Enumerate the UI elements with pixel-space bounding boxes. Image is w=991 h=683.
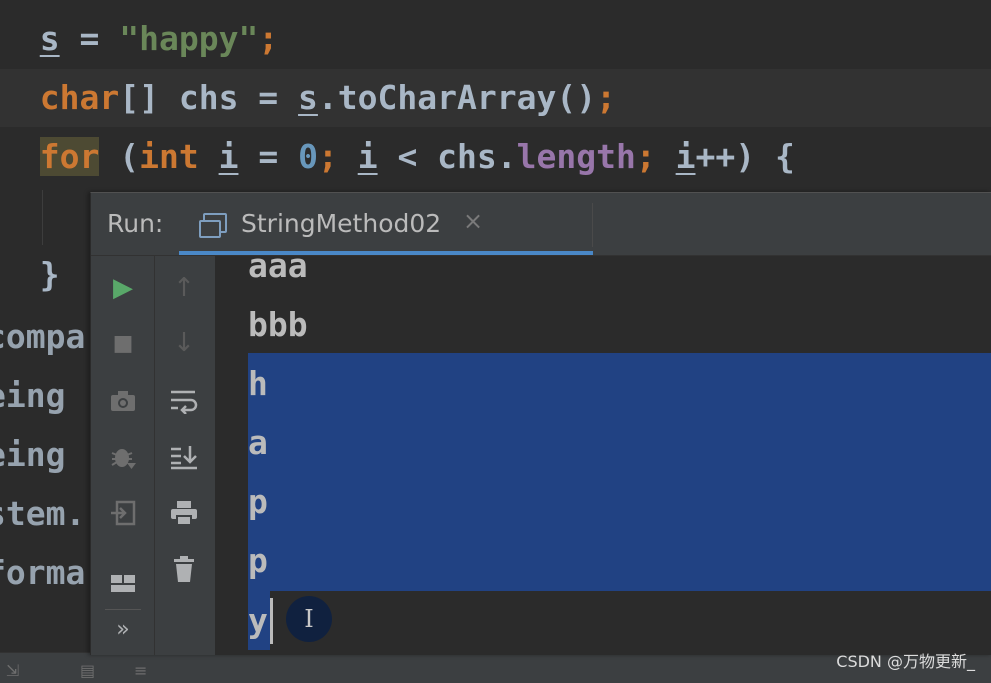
code-fragment: forma xyxy=(0,553,86,592)
var-i: i xyxy=(675,137,696,176)
print-icon[interactable] xyxy=(164,493,204,533)
run-toolbar: ▶ ■ » ↑ ↓ xyxy=(91,256,215,655)
text-selection xyxy=(248,353,991,591)
code-fragment: eing xyxy=(0,376,66,415)
console-line: p xyxy=(248,541,268,580)
run-tool-window: Run: StringMethod02 × ▶ ■ » ↑ ↓ aaa bbb … xyxy=(90,192,991,655)
arrow-up-icon[interactable]: ↑ xyxy=(164,268,204,308)
field-length: length xyxy=(516,137,636,176)
run-header: Run: StringMethod02 × xyxy=(91,193,991,256)
stop-button[interactable]: ■ xyxy=(103,323,143,363)
soft-wrap-svg xyxy=(171,390,198,414)
tab-string-method-02[interactable]: StringMethod02 × xyxy=(179,193,593,255)
more-actions-icon[interactable]: » xyxy=(103,609,143,649)
soft-wrap-icon[interactable] xyxy=(164,381,204,421)
close-icon[interactable]: × xyxy=(463,207,483,235)
layout-grid-icon[interactable] xyxy=(103,563,143,603)
paren-open: ( xyxy=(99,137,140,176)
op-assign: = xyxy=(238,137,299,176)
code-fragment: eing xyxy=(0,435,66,474)
type-rest: [] chs = xyxy=(119,78,299,117)
rerun-button[interactable]: ▶ xyxy=(103,268,143,308)
scroll-end-svg xyxy=(171,446,197,470)
var-s: s xyxy=(39,19,60,58)
restore-layout-icon[interactable] xyxy=(103,493,143,533)
scroll-to-end-icon[interactable] xyxy=(164,437,204,477)
console-line: bbb xyxy=(248,305,308,344)
method-call: .toCharArray() xyxy=(317,78,597,117)
semicolon: ; xyxy=(596,78,616,117)
print-svg xyxy=(171,501,197,526)
code-fragment: stem. xyxy=(0,494,86,533)
keyword-int: int xyxy=(139,137,199,176)
indent-guide xyxy=(42,190,43,245)
semicolon: ; xyxy=(258,19,279,58)
semicolon: ; xyxy=(317,137,338,176)
console-icon xyxy=(199,213,227,238)
op: = xyxy=(59,19,120,58)
var-i: i xyxy=(357,137,378,176)
var-s: s xyxy=(298,78,318,117)
console-line: a xyxy=(248,423,268,462)
trash-svg xyxy=(174,556,194,582)
camera-icon-svg xyxy=(111,391,135,411)
console-line: h xyxy=(248,364,268,403)
console-output[interactable]: aaa bbb h a p p y I xyxy=(215,256,991,655)
collapse-icon[interactable]: ⇲ xyxy=(6,661,19,680)
string-literal: "happy" xyxy=(119,19,259,58)
sort-icon[interactable]: ≡ xyxy=(134,661,147,680)
code-fragment: compa xyxy=(0,317,86,356)
tab-active-indicator xyxy=(179,251,593,255)
toolbar-divider xyxy=(154,256,155,655)
layout-grid-svg xyxy=(111,575,135,592)
tab-divider xyxy=(592,203,593,247)
trash-icon[interactable] xyxy=(164,549,204,589)
tab-title: StringMethod02 xyxy=(241,209,442,238)
ibeam-cursor-icon: I xyxy=(286,596,332,642)
camera-icon[interactable] xyxy=(103,381,143,421)
keyword-char: char xyxy=(39,78,120,117)
code-line-1[interactable]: s = "happy"; xyxy=(0,10,991,68)
run-label: Run: xyxy=(107,209,164,238)
arrow-down-icon[interactable]: ↓ xyxy=(164,323,204,363)
console-line: y xyxy=(248,601,268,640)
bug-icon-svg xyxy=(111,449,136,469)
text-caret xyxy=(270,598,273,644)
number-zero: 0 xyxy=(298,137,318,176)
var-i: i xyxy=(218,137,239,176)
debug-bug-icon[interactable] xyxy=(103,437,143,477)
console-line: p xyxy=(248,482,268,521)
keyword-for: for xyxy=(39,137,100,176)
enter-icon-svg xyxy=(111,500,136,526)
layout-icon[interactable]: ▤ xyxy=(80,661,95,680)
code-line-3[interactable]: for (int i = 0; i < chs.length; i++) { xyxy=(0,128,991,186)
increment-brace: ++) { xyxy=(695,137,795,176)
code-line-2[interactable]: char[] chs = s.toCharArray(); xyxy=(0,69,991,127)
op-less-than: < chs. xyxy=(377,137,517,176)
console-line: aaa xyxy=(248,256,308,285)
watermark: CSDN @万物更新_ xyxy=(836,652,975,671)
closing-brace: } xyxy=(39,255,60,294)
semicolon: ; xyxy=(635,137,656,176)
